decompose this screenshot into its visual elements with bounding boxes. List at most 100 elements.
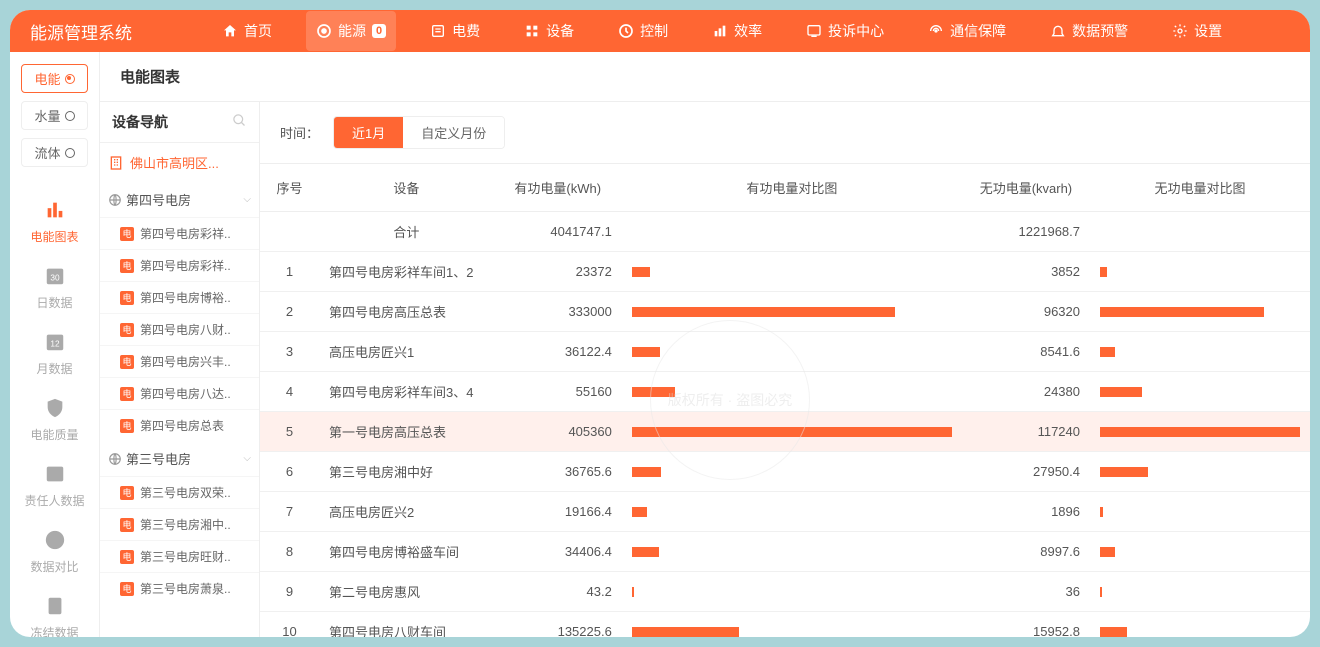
cell-reactive-bar [1090,532,1310,572]
table-header: 无功电量对比图 [1090,164,1310,212]
tree-leaf[interactable]: 电第四号电房八达.. [100,377,259,409]
cell-idx: 1 [260,252,319,292]
cell-reactive: 117240 [962,412,1090,452]
meter-icon: 电 [120,323,134,337]
globe-icon [108,193,122,207]
table-row[interactable]: 9第二号电房惠风43.236 [260,572,1310,612]
rail-item[interactable]: 冻结数据 [10,585,99,637]
tree-leaf[interactable]: 电第三号电房双荣.. [100,476,259,508]
comm-icon [928,23,944,39]
tree-group[interactable]: 第四号电房⌵ [100,182,259,217]
nav-item-home[interactable]: 首页 [212,11,282,51]
table-row[interactable]: 7高压电房匠兴219166.41896 [260,492,1310,532]
table-row[interactable]: 2第四号电房高压总表33300096320 [260,292,1310,332]
cell-device: 第二号电房惠风 [319,572,494,612]
tree-group[interactable]: 第三号电房⌵ [100,441,259,476]
meter-icon: 电 [120,550,134,564]
nav-label: 数据预警 [1072,21,1128,41]
search-icon[interactable] [232,113,247,131]
table-row[interactable]: 10第四号电房八财车间135225.615952.8 [260,612,1310,638]
rail-item[interactable]: 数据对比 [10,519,99,585]
cell-device: 第四号电房八财车间 [319,612,494,638]
table-row[interactable]: 1第四号电房彩祥车间1、2233723852 [260,252,1310,292]
table-row[interactable]: 5第一号电房高压总表405360117240 [260,412,1310,452]
tree-leaf[interactable]: 电第四号电房兴丰.. [100,345,259,377]
table-row[interactable]: 6第三号电房湘中好36765.627950.4 [260,452,1310,492]
rail-item[interactable]: 30日数据 [10,255,99,321]
tree-leaf-label: 第四号电房八达.. [140,385,231,402]
cell-active-bar [622,572,962,612]
meter-icon: 电 [120,355,134,369]
nav-item-control[interactable]: 控制 [608,11,678,51]
tree-root-label: 佛山市高明区... [130,153,219,172]
rail-item[interactable]: 电能质量 [10,387,99,453]
nav-item-device[interactable]: 设备 [514,11,584,51]
tree-leaf-label: 第四号电房彩祥.. [140,257,231,274]
cell-reactive: 15952.8 [962,612,1090,638]
rail-item[interactable]: 电能图表 [10,189,99,255]
table-row[interactable]: 8第四号电房博裕盛车间34406.48997.6 [260,532,1310,572]
meter-icon: 电 [120,259,134,273]
rail-item-label: 电能图表 [30,228,78,245]
tree-leaf[interactable]: 电第四号电房彩祥.. [100,217,259,249]
time-option-button[interactable]: 近1月 [334,117,403,148]
tree-root[interactable]: 佛山市高明区... [100,143,259,182]
rail-item[interactable]: 责任人数据 [10,453,99,519]
meter-icon: 电 [120,518,134,532]
cell-reactive: 1896 [962,492,1090,532]
tree-leaf[interactable]: 电第四号电房八财.. [100,313,259,345]
cell-active-bar [622,292,962,332]
tree-leaf[interactable]: 电第三号电房湘中.. [100,508,259,540]
settings-icon [1172,23,1188,39]
meter-icon: 电 [120,227,134,241]
nav-item-efficiency[interactable]: 效率 [702,11,772,51]
cell-reactive: 27950.4 [962,452,1090,492]
nav-item-complaint[interactable]: 投诉中心 [796,11,894,51]
cell-active-bar [622,532,962,572]
tree-leaf[interactable]: 电第三号电房萧泉.. [100,572,259,604]
cell-idx: 9 [260,572,319,612]
cell-reactive-bar [1090,492,1310,532]
rail-tag[interactable]: 水量 [21,101,87,130]
radio-icon [65,111,75,121]
meter-icon: 电 [120,486,134,500]
nav-item-alert[interactable]: 数据预警 [1040,11,1138,51]
chevron-down-icon: ⌵ [243,453,251,464]
meter-icon: 电 [120,419,134,433]
table-row[interactable]: 3高压电房匠兴136122.48541.6 [260,332,1310,372]
cell-reactive: 3852 [962,252,1090,292]
data-table-wrap[interactable]: 序号设备有功电量(kWh)有功电量对比图无功电量(kvarh)无功电量对比图 合… [260,164,1310,637]
rail-item[interactable]: 12月数据 [10,321,99,387]
tree-leaf[interactable]: 电第三号电房旺财.. [100,540,259,572]
cell-active: 135225.6 [494,612,622,638]
cell-device: 第四号电房博裕盛车间 [319,532,494,572]
nav-item-settings[interactable]: 设置 [1162,11,1232,51]
tree-leaf[interactable]: 电第四号电房总表 [100,409,259,441]
nav-badge: 0 [372,24,386,38]
tree-leaf[interactable]: 电第四号电房博裕.. [100,281,259,313]
rail-tag-label: 流体 [34,143,60,162]
nav-item-energy[interactable]: 能源0 [306,11,396,51]
cell-active: 36122.4 [494,332,622,372]
time-option-button[interactable]: 自定义月份 [403,117,504,148]
shield-icon [44,397,66,422]
cell-reactive-bar [1090,332,1310,372]
total-reactive: 1221968.7 [962,212,1090,252]
left-rail: 电能水量流体 电能图表 30日数据12月数据电能质量责任人数据数据对比冻结数据 [10,52,100,637]
table-row[interactable]: 4第四号电房彩祥车间3、45516024380 [260,372,1310,412]
rail-item-label: 数据对比 [30,558,78,575]
cell-idx: 2 [260,292,319,332]
tree-leaf[interactable]: 电第四号电房彩祥.. [100,249,259,281]
nav-item-fee[interactable]: 电费 [420,11,490,51]
cell-active: 43.2 [494,572,622,612]
rail-tag[interactable]: 电能 [21,64,87,93]
device-icon [524,23,540,39]
nav-item-comm[interactable]: 通信保障 [918,11,1016,51]
cell-reactive: 24380 [962,372,1090,412]
building-icon [108,155,124,171]
time-label: 时间： [280,123,319,142]
cell-idx: 6 [260,452,319,492]
cell-reactive-bar [1090,452,1310,492]
rail-tag[interactable]: 流体 [21,138,87,167]
cell-device: 第四号电房彩祥车间1、2 [319,252,494,292]
